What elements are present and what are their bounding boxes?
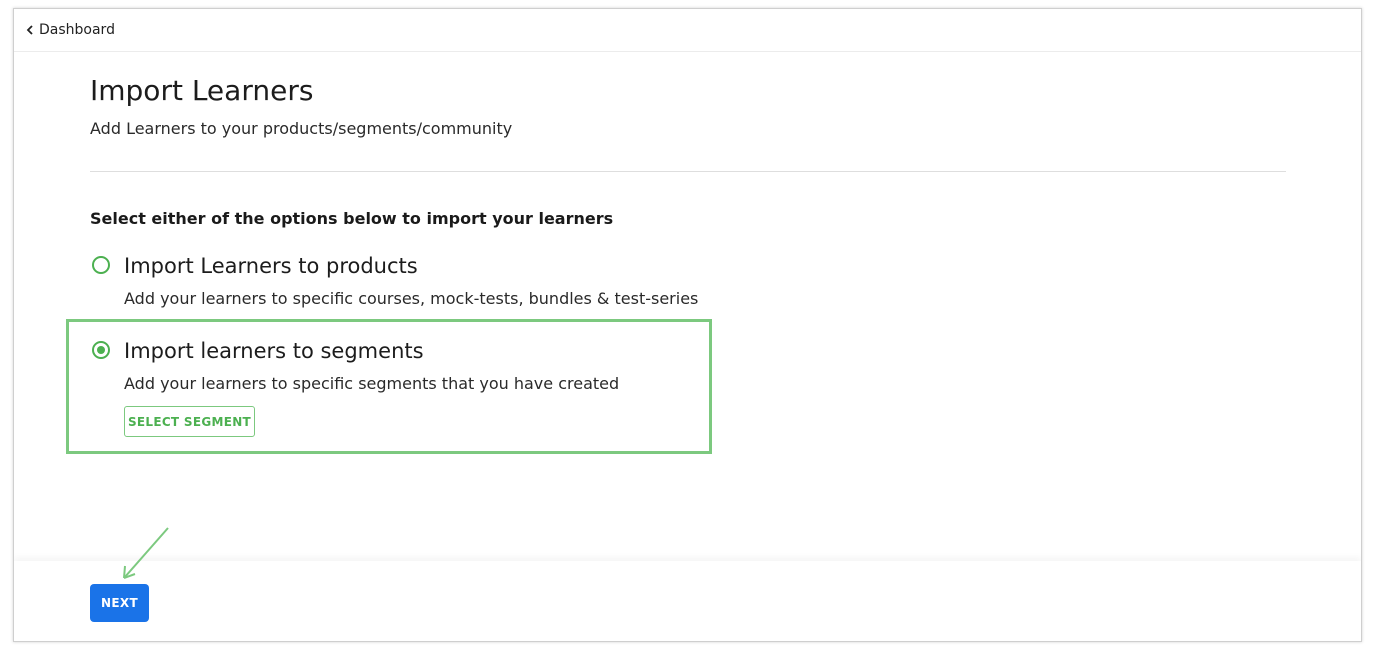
footer-bar [14, 561, 1361, 641]
page-subtitle: Add Learners to your products/segments/c… [90, 119, 513, 138]
chevron-left-icon [26, 25, 33, 35]
radio-products[interactable] [92, 256, 110, 274]
breadcrumb-label: Dashboard [39, 22, 115, 38]
radio-segments[interactable] [92, 341, 110, 359]
back-to-dashboard-link[interactable]: Dashboard [14, 9, 1361, 52]
next-button[interactable]: NEXT [90, 584, 149, 622]
option-label: Import learners to segments [124, 339, 424, 363]
page-header: Import Learners Add Learners to your pro… [90, 73, 512, 138]
option-description: Add your learners to specific courses, m… [124, 289, 699, 308]
select-segment-button[interactable]: SELECT SEGMENT [124, 406, 255, 437]
option-description: Add your learners to specific segments t… [124, 374, 620, 393]
instruction-text: Select either of the options below to im… [90, 209, 614, 228]
app-window: Dashboard Import Learners Add Learners t… [13, 8, 1362, 642]
page-title: Import Learners [90, 74, 314, 107]
header-divider [90, 171, 1286, 172]
option-label: Import Learners to products [124, 254, 418, 278]
arrow-annotation-icon [123, 527, 169, 579]
